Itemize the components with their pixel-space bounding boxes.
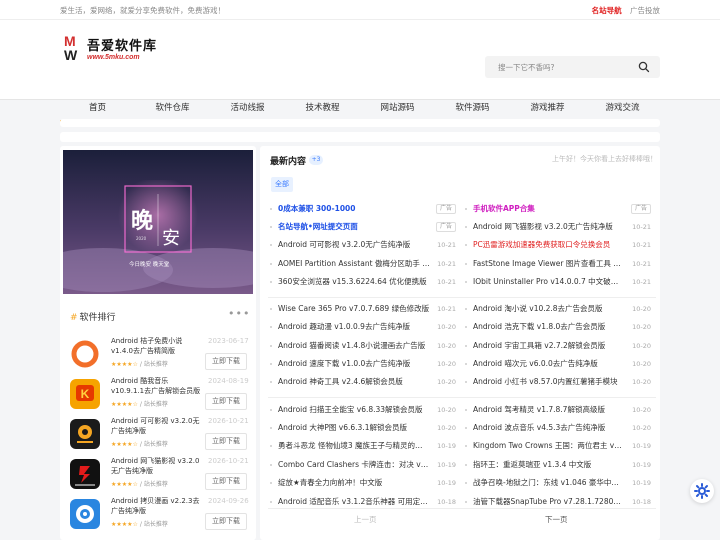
app-icon	[70, 419, 100, 449]
search-input[interactable]: 搜一下它不香吗?	[498, 62, 554, 73]
post-item[interactable]: 360安全浏览器 v15.3.6224.64 优化便携版 10-21	[270, 274, 458, 290]
top-links: 名站导航 广告投放	[592, 5, 660, 16]
post-item[interactable]: 战争召唤-地狱之门：东线 v1.046 豪华中文版 10-19	[465, 475, 653, 491]
ranking-title: # 软件排行	[70, 313, 116, 323]
post-item[interactable]: Android 喵次元 v6.0.0去广告纯净版 10-20	[465, 356, 653, 372]
rank-item[interactable]: K Android 酷我音乐 v10.9.1.1去广告解锁会员版 2024-08…	[63, 377, 253, 417]
post-item[interactable]: Kingdom Two Crowns 王国：两位君主 v2.2.0 中文版10-…	[465, 438, 653, 454]
divider	[268, 297, 656, 298]
banner-year: 2020	[136, 236, 147, 241]
nav-item-tutorials[interactable]: 技术教程	[285, 94, 360, 122]
post-item[interactable]: Combo Card Clashers 卡牌连击：对决 v1.0.2 中文版10…	[270, 457, 458, 473]
post-item[interactable]: Android 宇宙工具箱 v2.7.2解锁会员版 10-20	[465, 338, 653, 354]
new-count-badge: +3	[309, 155, 323, 165]
nav-item-home[interactable]: 首页	[60, 94, 135, 122]
post-item[interactable]: Android 网飞猫影视 v3.2.0无广告纯净版 10-21	[465, 219, 653, 235]
post-item[interactable]: 指环王：重返莫瑞亚 v1.3.4 中文版 10-19	[465, 457, 653, 473]
rating-stars: ★★★★☆ / 站长推荐	[111, 401, 168, 408]
logo-text: 吾爱软件库	[87, 38, 158, 53]
latest-title: 最新内容	[270, 157, 307, 167]
site-nav-link[interactable]: 名站导航	[592, 6, 622, 15]
post-item[interactable]: Android 波点音乐 v4.5.3去广告纯净版 10-20	[465, 420, 653, 436]
rank-item[interactable]: Android 拷贝漫画 v2.2.3去广告纯净版 2024-09-26 ★★★…	[63, 497, 253, 537]
tab-all[interactable]: 全部	[271, 177, 293, 192]
logo-url: www.5mku.com	[87, 54, 140, 61]
post-item[interactable]: Android 驾考精灵 v1.7.8.7解锁高级版 10-20	[465, 402, 653, 418]
rating-stars: ★★★★☆ / 站长推荐	[111, 441, 168, 448]
post-item[interactable]: Android 适配音乐 v3.1.2音乐神器 可用定时关闭版10-18	[270, 494, 458, 510]
ad-placement-link[interactable]: 广告投放	[630, 6, 660, 15]
logo-mark: M W	[64, 33, 78, 63]
download-button[interactable]: 立即下载	[205, 393, 247, 410]
svg-text:K: K	[81, 387, 90, 401]
rating-stars: ★★★★☆ / 站长推荐	[111, 361, 168, 368]
divider	[268, 397, 656, 398]
rank-item[interactable]: Android 桔子免费小说 v1.4.0去广告精简版 2023-06-17 ★…	[63, 337, 253, 377]
nav-item-game-forum[interactable]: 游戏交流	[585, 94, 660, 122]
post-item[interactable]: Android 可可影视 v3.2.0无广告纯净版 10-21	[270, 237, 458, 253]
post-item[interactable]: Android 神奇工具 v2.4.6解锁会员版 10-20	[270, 374, 458, 390]
post-item[interactable]: Android 猫番阅读 v1.4.8小说漫画去广告版 10-20	[270, 338, 458, 354]
nav-item-events[interactable]: 活动线报	[210, 94, 285, 122]
post-item[interactable]: 0成本兼职 300-1000 广告	[270, 201, 458, 217]
post-item[interactable]: Android 速度下载 v1.0.0去广告纯净版 10-20	[270, 356, 458, 372]
post-item[interactable]: Android 扫描王全能宝 v6.8.33解锁会员版 10-20	[270, 402, 458, 418]
post-item[interactable]: 手机软件APP合集 广告	[465, 201, 653, 217]
search-icon[interactable]	[638, 61, 650, 73]
search-box[interactable]: 搜一下它不香吗?	[485, 56, 660, 78]
app-icon	[70, 459, 100, 489]
rank-item[interactable]: Android 网飞猫影视 v3.2.0无广告纯净版 2026-10-21 ★★…	[63, 457, 253, 497]
post-item[interactable]: AOMEI Partition Assistant 傲梅分区助手 v10.10.…	[270, 256, 458, 272]
rating-stars: ★★★★☆ / 站长推荐	[111, 521, 168, 528]
download-button[interactable]: 立即下载	[205, 433, 247, 450]
post-item[interactable]: 油管下载器SnapTube Pro v7.28.1.72804 解锁高级版10-…	[465, 494, 653, 510]
site-header: M W 吾爱软件库 www.5mku.com 搜一下它不香吗? 首页 软件仓库 …	[0, 20, 720, 122]
site-logo[interactable]: M W 吾爱软件库 www.5mku.com	[62, 32, 162, 72]
download-button[interactable]: 立即下载	[205, 473, 247, 490]
post-item[interactable]: Android 趣动漫 v1.0.0.9去广告纯净版 10-20	[270, 319, 458, 335]
nav-item-software-source[interactable]: 软件源码	[435, 94, 510, 122]
post-item[interactable]: Wise Care 365 Pro v7.0.7.689 绿色修改版 10-21	[270, 301, 458, 317]
post-item[interactable]: 名站导航•网址提交页面 广告	[270, 219, 458, 235]
post-item[interactable]: IObit Uninstaller Pro v14.0.0.7 中文破解版 10-…	[465, 274, 653, 290]
rating-stars: ★★★★☆ / 站长推荐	[111, 481, 168, 488]
top-bar: 爱生活，爱网络，就爱分享免费软件，免费游戏！ 名站导航 广告投放	[0, 0, 720, 20]
banner-char-1: 晚	[131, 208, 153, 234]
post-item[interactable]: Android 淘小说 v10.2.8去广告会员版 10-20	[465, 301, 653, 317]
app-icon	[70, 499, 100, 529]
notice-band	[60, 119, 660, 127]
app-icon	[70, 339, 100, 369]
app-icon: K	[70, 379, 100, 409]
post-item[interactable]: 勇者斗恶龙 怪物仙境3 魔族王子与精灵的旅程 10-19	[270, 438, 458, 454]
post-item[interactable]: Android 小红书 v8.57.0内置红薯猪手模块 10-20	[465, 374, 653, 390]
download-button[interactable]: 立即下载	[205, 353, 247, 370]
nav-item-software[interactable]: 软件仓库	[135, 94, 210, 122]
post-item[interactable]: FastStone Image Viewer 图片查看工具 v7.9 中文便携版…	[465, 256, 653, 272]
greeting-text: 上午好！今天你看上去好棒棒哦！	[552, 155, 657, 163]
banner-char-2: 安	[162, 228, 180, 249]
post-item[interactable]: PC迅雷游戏加速器免费获取口令兑换会员 10-21	[465, 237, 653, 253]
banner-image[interactable]: 晚 安 2020 今日晚安 晚天堂	[63, 150, 253, 294]
post-item[interactable]: 绽放★青春全力向前冲！中文版 10-19	[270, 475, 458, 491]
settings-float-button[interactable]	[690, 479, 714, 503]
nav-item-web-source[interactable]: 网站源码	[360, 94, 435, 122]
post-item[interactable]: Android 浩克下载 v1.8.0去广告会员版 10-20	[465, 319, 653, 335]
site-slogan: 爱生活，爱网络，就爱分享免费软件，免费游戏！	[60, 6, 225, 15]
banner-caption: 今日晚安 晚天堂	[129, 260, 170, 268]
post-item[interactable]: Android 大神P图 v6.6.3.1解锁会员版 10-20	[270, 420, 458, 436]
banner-art: 晚 安 2020 今日晚安 晚天堂	[63, 150, 253, 294]
next-page-button[interactable]: 下一页	[545, 514, 568, 525]
rank-item[interactable]: Android 可可影视 v3.2.0无广告纯净版 2026-10-21 ★★★…	[63, 417, 253, 457]
ad-band	[60, 132, 660, 142]
download-button[interactable]: 立即下载	[205, 513, 247, 530]
gear-icon	[694, 483, 710, 499]
more-icon[interactable]: •••	[228, 307, 250, 320]
prev-page-button[interactable]: 上一页	[354, 514, 377, 525]
main-nav: 首页 软件仓库 活动线报 技术教程 网站源码 软件源码 游戏推荐 游戏交流	[60, 94, 660, 122]
nav-item-games[interactable]: 游戏推荐	[510, 94, 585, 122]
